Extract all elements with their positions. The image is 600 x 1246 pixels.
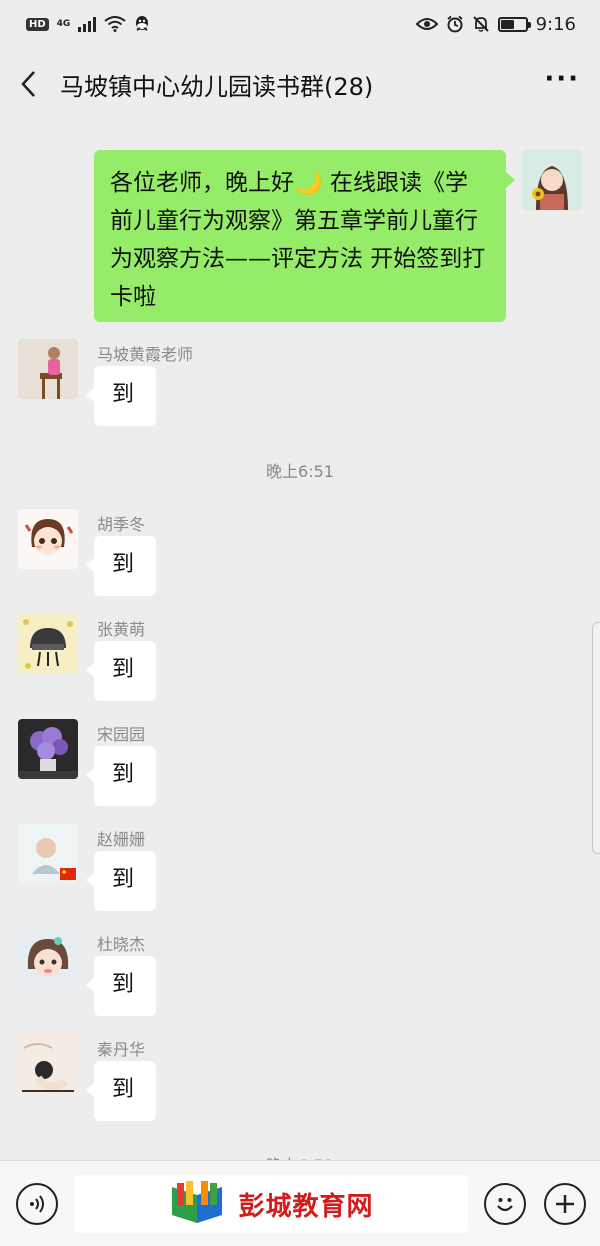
status-time: 9:16 (535, 13, 576, 35)
message-text: 到 (112, 867, 135, 892)
book-logo (172, 1181, 223, 1223)
hd-badge: HD (26, 17, 49, 31)
voice-button[interactable] (16, 1183, 58, 1225)
message-bubble[interactable]: 到 (86, 1061, 156, 1121)
sender-name: 赵姗姗 (97, 830, 146, 849)
qq-icon (136, 16, 149, 31)
sender-name: 张黄萌 (97, 620, 146, 639)
eye-icon (415, 18, 438, 30)
status-bar: HD 4G 9:16 (0, 0, 600, 48)
chat-title: 马坡镇中心幼儿园读书群(28) (60, 72, 374, 101)
message-bubble[interactable]: 到 (86, 851, 156, 911)
message-bubble[interactable]: 到 (86, 366, 156, 426)
message-text: 到 (112, 762, 135, 787)
sender-avatar[interactable] (18, 1034, 78, 1094)
emoji-button[interactable] (484, 1183, 526, 1225)
network-type: 4G (56, 19, 71, 29)
plus-icon (556, 1195, 574, 1213)
sender-name: 胡季冬 (97, 515, 146, 534)
sender-avatar[interactable] (18, 824, 78, 884)
sender-avatar[interactable] (18, 339, 78, 399)
sender-name: 杜晓杰 (97, 935, 146, 954)
message-input[interactable]: 彭城教育网 (74, 1175, 468, 1233)
my-message-bubble[interactable]: 各位老师，晚上好🌙 在线跟读《学前儿童行为观察》第五章学前儿童行为观察方法——评… (94, 150, 515, 322)
scrollbar[interactable] (592, 622, 600, 854)
my-message-text: 各位老师，晚上好🌙 在线跟读《学前儿童行为观察》第五章学前儿童行为观察方法——评… (110, 170, 486, 310)
plus-button[interactable] (544, 1183, 586, 1225)
battery-icon (497, 16, 531, 32)
voice-icon (30, 1195, 44, 1213)
timestamp: 晚上6:51 (266, 462, 334, 481)
message-bubble[interactable]: 到 (86, 641, 156, 701)
message-bubble[interactable]: 到 (86, 956, 156, 1016)
sender-name: 宋园园 (97, 725, 146, 744)
mute-icon (472, 16, 489, 32)
alarm-icon (446, 15, 463, 33)
status-left: HD 4G (26, 15, 150, 33)
message-text: 到 (112, 972, 135, 997)
message-text: 到 (112, 382, 135, 407)
message-text: 到 (112, 657, 135, 682)
sender-name: 马坡黄霞老师 (97, 345, 194, 364)
chat-header: 马坡镇中心幼儿园读书群(28) ··· (0, 48, 600, 120)
message-bubble[interactable]: 到 (86, 746, 156, 806)
chevron-left-icon (21, 71, 35, 97)
message-text: 到 (112, 552, 135, 577)
wifi-icon (104, 16, 126, 32)
battery-fill (500, 19, 514, 29)
sender-avatar[interactable] (18, 929, 78, 989)
back-button[interactable] (20, 64, 50, 104)
my-avatar[interactable] (522, 150, 582, 210)
more-button[interactable]: ··· (544, 64, 580, 104)
chat-area[interactable]: 各位老师，晚上好🌙 在线跟读《学前儿童行为观察》第五章学前儿童行为观察方法——评… (0, 120, 600, 1175)
emoji-icon (497, 1198, 513, 1212)
sender-avatar[interactable] (18, 614, 78, 674)
status-right: 9:16 (415, 13, 576, 35)
input-bar: 彭城教育网 (0, 1160, 600, 1246)
signal-icon (78, 16, 97, 32)
sender-name: 秦丹华 (97, 1040, 146, 1059)
watermark-text: 彭城教育网 (238, 1191, 374, 1222)
message-bubble[interactable]: 到 (86, 536, 156, 596)
message-text: 到 (112, 1077, 135, 1102)
sender-avatar[interactable] (18, 509, 78, 569)
sender-avatar[interactable] (18, 719, 78, 779)
